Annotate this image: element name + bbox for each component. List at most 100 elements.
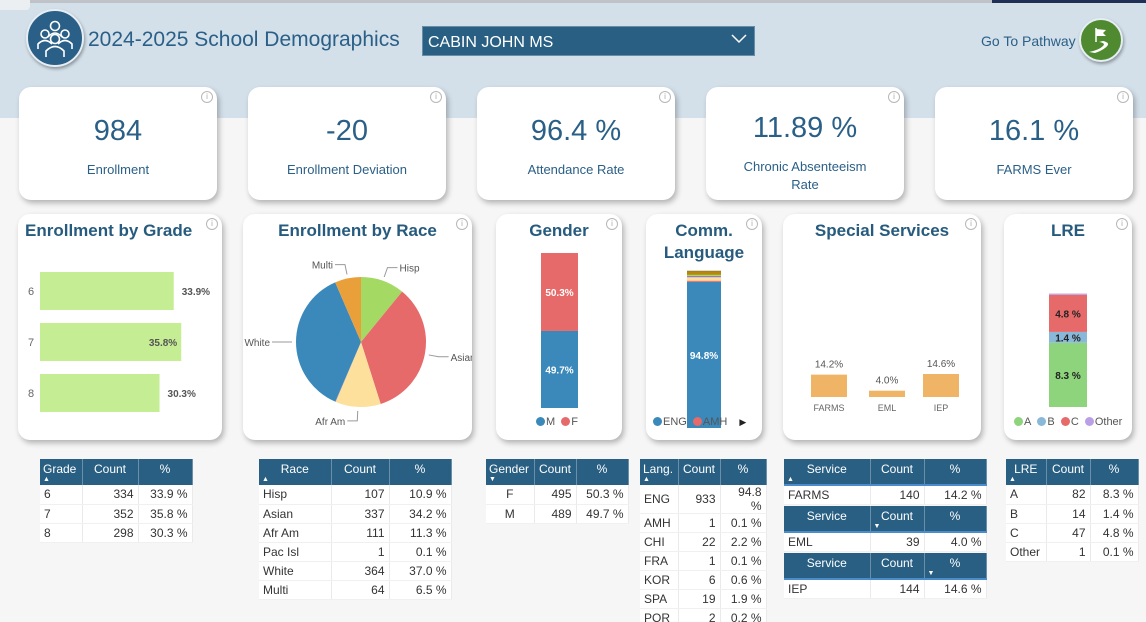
column-header[interactable]: Gender ▼: [486, 459, 535, 485]
info-icon[interactable]: i: [659, 91, 671, 103]
column-header[interactable]: %: [576, 459, 629, 485]
info-icon[interactable]: i: [888, 91, 900, 103]
legend-item-a[interactable]: A: [1014, 416, 1031, 428]
special-services-bar-chart: 14.2% FARMS 4.0% EML 14.6% IEP: [811, 359, 959, 413]
table-cell: 39: [870, 532, 925, 552]
column-header[interactable]: Count: [331, 459, 390, 485]
column-header[interactable]: %: [1090, 459, 1139, 485]
column-header[interactable]: Lang. ▲: [640, 459, 679, 485]
column-header[interactable]: Count: [82, 459, 139, 485]
service-bar: [869, 390, 905, 397]
table-row[interactable]: SPA 19 1.9 %: [640, 589, 767, 609]
table-row[interactable]: B 14 1.4 %: [1006, 504, 1139, 524]
table-cell: CHI: [640, 532, 679, 552]
info-icon[interactable]: i: [430, 91, 442, 103]
column-header-label: Count: [1051, 462, 1085, 476]
table-cell: 22: [678, 532, 721, 552]
stacked-segment-spa: [687, 271, 721, 275]
column-header-label: %: [159, 462, 171, 476]
column-header[interactable]: %: [924, 506, 987, 533]
column-header[interactable]: LRE ▲: [1006, 459, 1047, 485]
table-row[interactable]: FARMS 140 14.2 %: [784, 485, 987, 505]
school-dropdown[interactable]: CABIN JOHN MS: [422, 26, 755, 56]
stacked-segment-chi: [687, 277, 721, 281]
table-row[interactable]: CHI 22 2.2 %: [640, 532, 767, 552]
table-cell: POR: [640, 608, 679, 622]
stacked-segment-other: [1049, 293, 1087, 295]
table-row[interactable]: KOR 6 0.6 %: [640, 570, 767, 590]
legend-item-amh[interactable]: AMH: [692, 416, 727, 428]
table-row[interactable]: Pac Isl 1 0.1 %: [259, 542, 452, 562]
race-pie-chart: Hisp Asian Afr Am White Multi: [244, 261, 472, 428]
column-header[interactable]: Count: [678, 459, 721, 485]
column-header[interactable]: Count ▼: [870, 506, 925, 533]
table-row[interactable]: ENG 933 94.8 %: [640, 485, 767, 514]
column-header[interactable]: Count: [870, 459, 925, 486]
table-cell: IEP: [784, 579, 871, 599]
kpi-card-enrollment: i 984 Enrollment: [19, 87, 217, 200]
table-row[interactable]: White 364 37.0 %: [259, 561, 452, 581]
table-row[interactable]: Afr Am 111 11.3 %: [259, 523, 452, 543]
lre-stacked-bar: 8.3 % 1.4 % 4.8 %: [1049, 293, 1087, 407]
legend-item-eng[interactable]: ENG: [653, 416, 687, 428]
column-header-label: %: [737, 462, 749, 476]
table-row[interactable]: Multi 64 6.5 %: [259, 580, 452, 600]
table-cell: Asian: [259, 504, 332, 524]
column-header[interactable]: %: [389, 459, 452, 485]
table-row[interactable]: IEP 144 14.6 %: [784, 579, 987, 599]
column-header[interactable]: %: [720, 459, 767, 485]
grade-bar-chart: 6 33.9% 7 35.8% 8 30.3%: [28, 272, 210, 412]
legend-dot: [561, 417, 571, 426]
table-row[interactable]: FRA 1 0.1 %: [640, 551, 767, 571]
table-cell: FARMS: [784, 485, 871, 505]
column-header[interactable]: Count: [534, 459, 577, 485]
column-header[interactable]: Count: [1046, 459, 1091, 485]
kpi-value: -20: [326, 115, 368, 147]
legend-item-c[interactable]: C: [1060, 416, 1079, 428]
column-header[interactable]: Service: [784, 553, 871, 580]
chart-card-language: i Comm. Language 94.8% ENG AMH ▶: [646, 214, 762, 440]
table-row[interactable]: 7 352 35.8 %: [40, 504, 193, 524]
legend-dot: [1084, 417, 1094, 426]
table-row[interactable]: Asian 337 34.2 %: [259, 504, 452, 524]
table-cell: 1: [678, 551, 721, 571]
column-header[interactable]: %: [138, 459, 193, 485]
table-row[interactable]: AMH 1 0.1 %: [640, 513, 767, 533]
table-cell: 50.3 %: [576, 485, 629, 505]
column-header[interactable]: % ▼: [924, 553, 987, 580]
legend-item-f[interactable]: F: [561, 416, 578, 428]
table-cell: FRA: [640, 551, 679, 571]
column-header[interactable]: %: [924, 459, 987, 486]
pathway-flag-button[interactable]: [1079, 18, 1123, 62]
table-row[interactable]: POR 2 0.2 %: [640, 608, 767, 622]
legend-item-b[interactable]: B: [1037, 416, 1055, 428]
column-header[interactable]: Service: [784, 506, 871, 533]
column-header[interactable]: Race ▲: [259, 459, 332, 485]
legend-next-arrow-icon[interactable]: ▶: [739, 417, 746, 427]
table-row[interactable]: A 82 8.3 %: [1006, 485, 1139, 505]
column-header-label: Count: [880, 509, 914, 523]
table-row[interactable]: F 495 50.3 %: [486, 485, 629, 505]
info-icon[interactable]: i: [201, 91, 213, 103]
table-row[interactable]: M 489 49.7 %: [486, 504, 629, 524]
column-header[interactable]: Service ▲: [784, 459, 871, 486]
table-row[interactable]: 6 334 33.9 %: [40, 485, 193, 505]
legend-item-other[interactable]: Other: [1084, 416, 1122, 428]
table-row[interactable]: Hisp 107 10.9 %: [259, 485, 452, 505]
legend-item-m[interactable]: M: [536, 416, 555, 428]
go-to-pathway-link[interactable]: Go To Pathway: [981, 33, 1076, 49]
table-row[interactable]: Other 1 0.1 %: [1006, 542, 1139, 562]
table-cell: 111: [331, 523, 390, 543]
pie-leader-line: [347, 410, 359, 422]
table-row[interactable]: C 47 4.8 %: [1006, 523, 1139, 543]
column-header[interactable]: Count: [870, 553, 925, 580]
column-header[interactable]: Grade ▲: [40, 459, 83, 485]
table-cell: 140: [870, 485, 925, 505]
table-cell: 0.2 %: [720, 608, 767, 622]
table-cell: 14.2 %: [924, 485, 987, 505]
table-cell: 933: [678, 485, 721, 514]
table-row[interactable]: 8 298 30.3 %: [40, 523, 193, 543]
info-icon[interactable]: i: [1117, 91, 1129, 103]
table-cell: 14: [1046, 504, 1091, 524]
table-row[interactable]: EML 39 4.0 %: [784, 532, 987, 552]
